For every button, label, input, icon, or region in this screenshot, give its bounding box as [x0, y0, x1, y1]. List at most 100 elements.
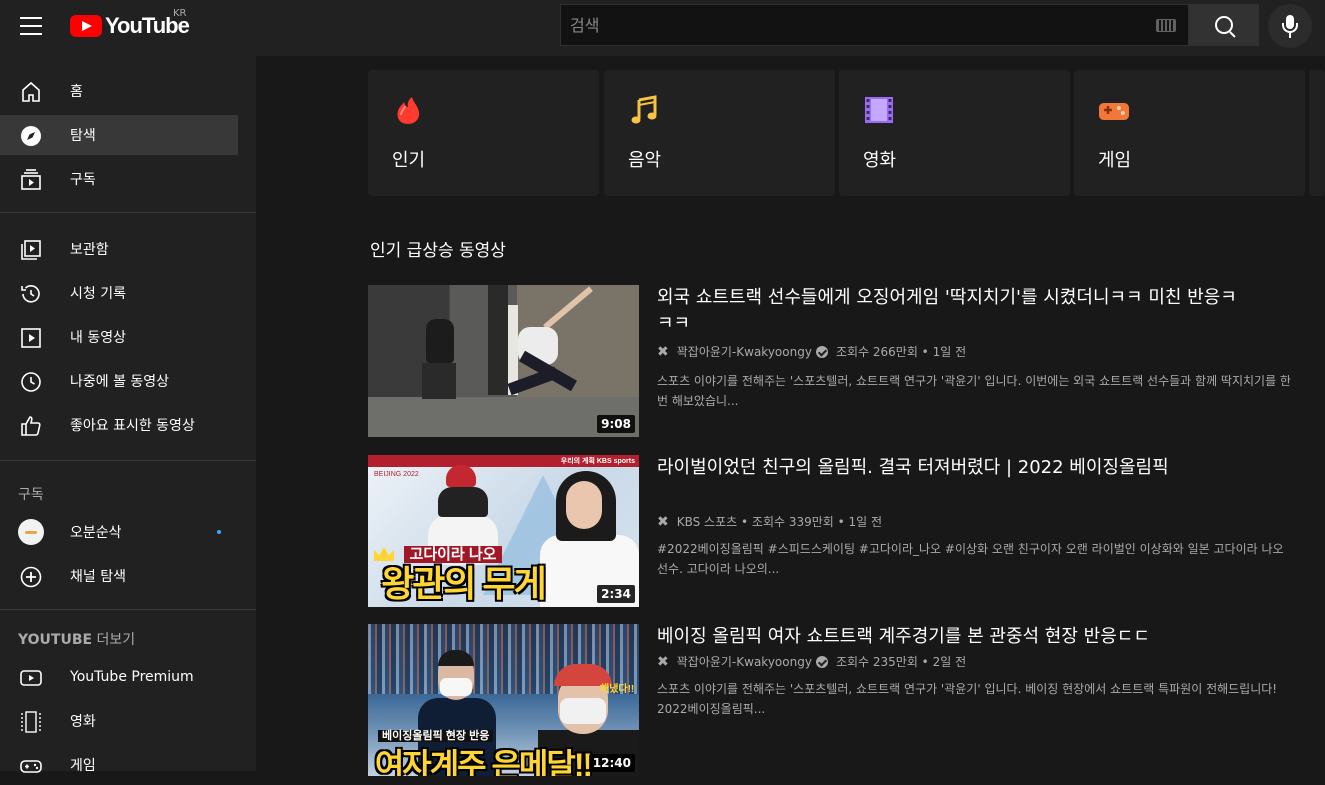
category-movies[interactable]: 영화: [839, 70, 1070, 196]
sidebar-item-youtube-premium[interactable]: YouTube Premium: [0, 657, 238, 697]
sidebar-item-label: 나중에 볼 동영상: [70, 374, 170, 390]
video-duration: 12:40: [588, 754, 635, 772]
more-title-brand: YOUTUBE: [18, 632, 93, 648]
thumb-badge-right: 우리의 계획 KBS sports: [560, 458, 635, 465]
section-title: 인기 급상승 동영상: [370, 241, 506, 261]
sidebar-item-liked[interactable]: 좋아요 표시한 동영상: [0, 405, 238, 445]
menu-icon[interactable]: [20, 17, 42, 35]
video-thumbnail[interactable]: 해냈다!! 베이징올림픽 현장 반응 여자계주 은메달!! 12:40: [368, 624, 639, 776]
keyboard-icon[interactable]: [1156, 19, 1176, 32]
youtube-logo[interactable]: YouTube: [70, 13, 190, 38]
meta-separator: •: [917, 344, 933, 359]
channel-name[interactable]: KBS 스포츠: [677, 513, 737, 530]
history-icon: [21, 285, 40, 303]
view-count: 조회수 339만회: [751, 515, 834, 529]
sidebar: 홈 탐색 구독 보관함 시청 기록 내 동영상 나중에 볼 동영상 좋아요 표시…: [0, 56, 256, 774]
sidebar-item-library[interactable]: 보관함: [0, 229, 238, 269]
divider: [0, 212, 256, 213]
channel-name[interactable]: 꽉잡아윤기-Kwakyoongy: [677, 653, 812, 670]
sidebar-item-label: 홈: [70, 84, 83, 100]
sidebar-item-label: 게임: [70, 758, 96, 774]
youtube-play-icon: [70, 15, 102, 37]
gamepad-icon: [20, 760, 42, 773]
sidebar-item-my-videos[interactable]: 내 동영상: [0, 317, 238, 357]
region-label: KR: [173, 8, 187, 19]
video-item: BEIJING 2022 우리의 계획 KBS sports 고다이라 나오 왕…: [368, 455, 1308, 607]
channel-x-icon: ✖: [657, 343, 669, 360]
top-bar: YouTube KR: [0, 0, 1325, 56]
sidebar-item-movies[interactable]: 영화: [0, 701, 238, 741]
view-count: 조회수 235만회: [835, 655, 918, 669]
category-trending[interactable]: 인기: [368, 70, 599, 196]
chip-label: 영화: [863, 150, 897, 171]
sidebar-item-label: 구독: [70, 172, 96, 188]
category-gaming[interactable]: 게임: [1074, 70, 1305, 196]
thumb-caption-cheer: 해냈다!!: [600, 684, 635, 695]
trending-flame-icon: [397, 97, 420, 124]
home-icon: [22, 81, 40, 102]
video-description: 스포츠 이야기를 전해주는 '스포츠텔러, 쇼트트랙 연구가 '곽윤기' 입니다…: [657, 374, 1291, 408]
youtube-icon: [20, 670, 42, 686]
film-icon: [21, 711, 41, 733]
video-thumbnail[interactable]: 9:08: [368, 285, 639, 437]
category-next-partial[interactable]: [1309, 70, 1325, 196]
sidebar-item-label: 채널 탐색: [70, 569, 126, 585]
voice-search-button[interactable]: [1268, 4, 1312, 48]
video-meta: ✖ 꽉잡아윤기-Kwakyoongy 조회수 266만회 • 1일 전: [657, 343, 966, 360]
video-title[interactable]: 외국 쇼트트랙 선수들에게 오징어게임 '딱지치기'를 시켰더니ㅋㅋ 미친 반응…: [657, 285, 1237, 337]
video-thumbnail[interactable]: BEIJING 2022 우리의 계획 KBS sports 고다이라 나오 왕…: [368, 455, 639, 607]
more-section-title: YOUTUBE 더보기: [18, 629, 135, 649]
sidebar-item-label: 내 동영상: [70, 330, 126, 346]
music-note-icon: [631, 95, 657, 124]
sidebar-item-home[interactable]: 홈: [0, 71, 238, 111]
subscriptions-section-title: 구독: [18, 487, 44, 503]
video-description: 스포츠 이야기를 전해주는 '스포츠텔러, 쇼트트랙 연구가 '곽윤기' 입니다…: [657, 682, 1278, 716]
video-title[interactable]: 라이벌이었던 친구의 올림픽. 결국 터져버렸다 | 2022 베이징올림픽: [657, 455, 1237, 481]
video-meta: ✖ KBS 스포츠 • 조회수 339만회 • 1일 전: [657, 513, 882, 530]
add-circle-icon: [20, 566, 42, 588]
meta-separator: •: [833, 514, 849, 529]
watch-later-icon: [21, 372, 41, 392]
thumb-badge-left: BEIJING 2022: [374, 471, 419, 478]
meta-separator: •: [917, 654, 933, 669]
search-input[interactable]: [562, 5, 1142, 45]
sidebar-item-subscriptions[interactable]: 구독: [0, 159, 238, 199]
sidebar-item-explore[interactable]: 탐색: [0, 115, 238, 155]
divider: [0, 460, 256, 461]
subscriptions-icon: [21, 169, 41, 190]
thumbs-up-icon: [21, 416, 41, 436]
category-music[interactable]: 음악: [604, 70, 835, 196]
thumb-caption-large: 왕관의 무게: [381, 563, 547, 604]
meta-separator: •: [737, 514, 752, 529]
verified-check-icon: [815, 345, 828, 358]
sidebar-item-history[interactable]: 시청 기록: [0, 273, 238, 313]
library-icon: [21, 240, 41, 260]
sidebar-item-gaming[interactable]: 게임: [0, 745, 238, 785]
sidebar-item-browse-channels[interactable]: 채널 탐색: [0, 556, 238, 596]
sidebar-channel-obunsunsak[interactable]: 오분순삭: [0, 512, 238, 552]
video-meta: ✖ 꽉잡아윤기-Kwakyoongy 조회수 235만회 • 2일 전: [657, 653, 966, 670]
sidebar-item-label: 시청 기록: [70, 286, 126, 302]
more-title-suffix: 더보기: [96, 632, 136, 648]
view-count: 조회수 266만회: [835, 345, 918, 359]
sidebar-item-label: 좋아요 표시한 동영상: [70, 418, 195, 434]
channel-x-icon: ✖: [657, 653, 669, 670]
sidebar-item-label: 영화: [70, 714, 96, 730]
verified-check-icon: [815, 655, 828, 668]
sidebar-item-watch-later[interactable]: 나중에 볼 동영상: [0, 361, 238, 401]
chip-label: 게임: [1098, 150, 1132, 171]
explore-icon: [21, 126, 41, 146]
channel-x-icon: ✖: [657, 513, 669, 530]
video-duration: 2:34: [597, 585, 635, 603]
video-title[interactable]: 베이징 올림픽 여자 쇼트트랙 계주경기를 본 관중석 현장 반응ㄷㄷ: [657, 624, 1237, 650]
sidebar-item-label: YouTube Premium: [70, 669, 194, 685]
channel-avatar: [18, 519, 44, 545]
search-icon: [1215, 16, 1233, 34]
video-item: 9:08 외국 쇼트트랙 선수들에게 오징어게임 '딱지치기'를 시켰더니ㅋㅋ …: [368, 285, 1308, 437]
sidebar-item-label: 오분순삭: [70, 525, 122, 541]
search-button[interactable]: [1189, 4, 1259, 46]
channel-name[interactable]: 꽉잡아윤기-Kwakyoongy: [677, 343, 812, 360]
video-item: 해냈다!! 베이징올림픽 현장 반응 여자계주 은메달!! 12:40 베이징 …: [368, 624, 1308, 776]
sidebar-item-label: 탐색: [70, 128, 96, 144]
gamepad-icon: [1099, 103, 1129, 120]
